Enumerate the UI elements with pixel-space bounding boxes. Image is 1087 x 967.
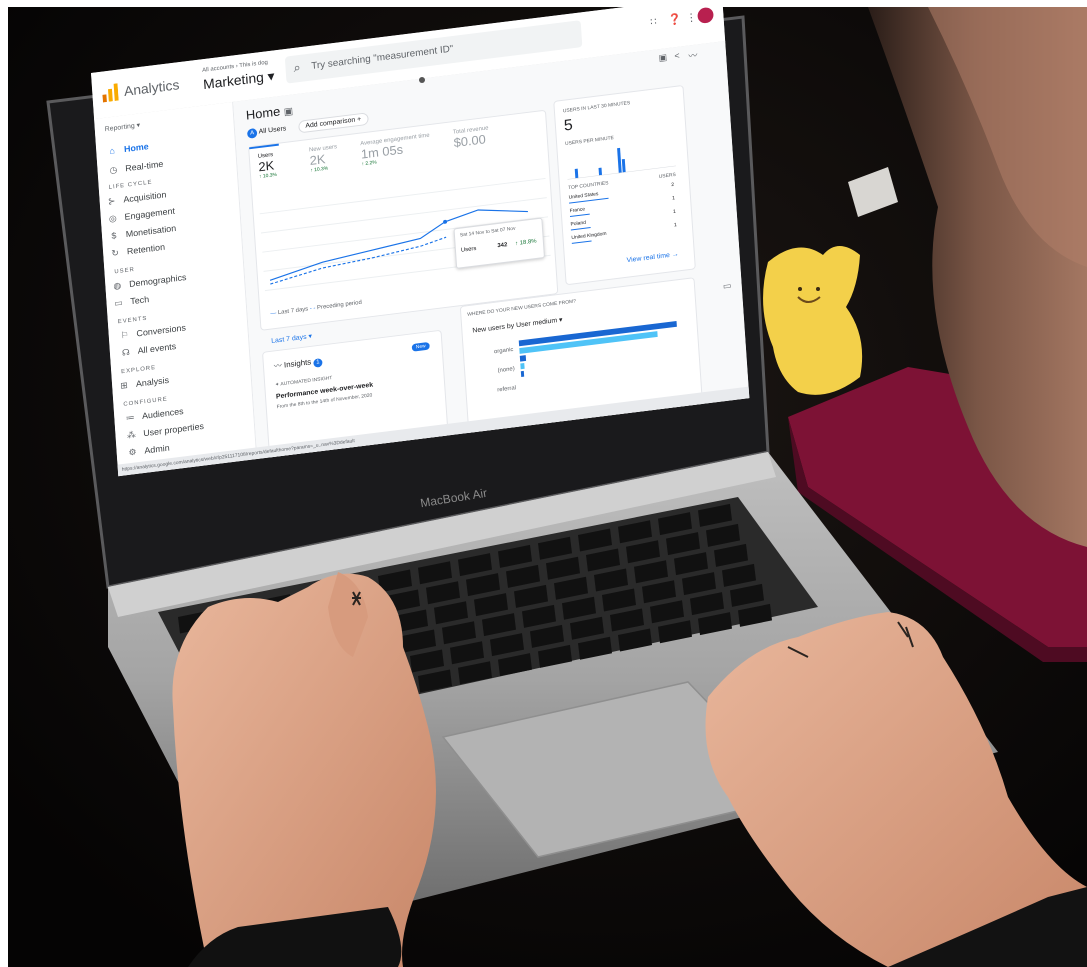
left-hand <box>172 572 436 967</box>
photograph: MacBook Air Analytics All accounts › Thi… <box>8 7 1087 967</box>
hands <box>172 572 1087 967</box>
photo-canvas: MacBook Air Analytics All accounts › Thi… <box>0 0 1087 967</box>
